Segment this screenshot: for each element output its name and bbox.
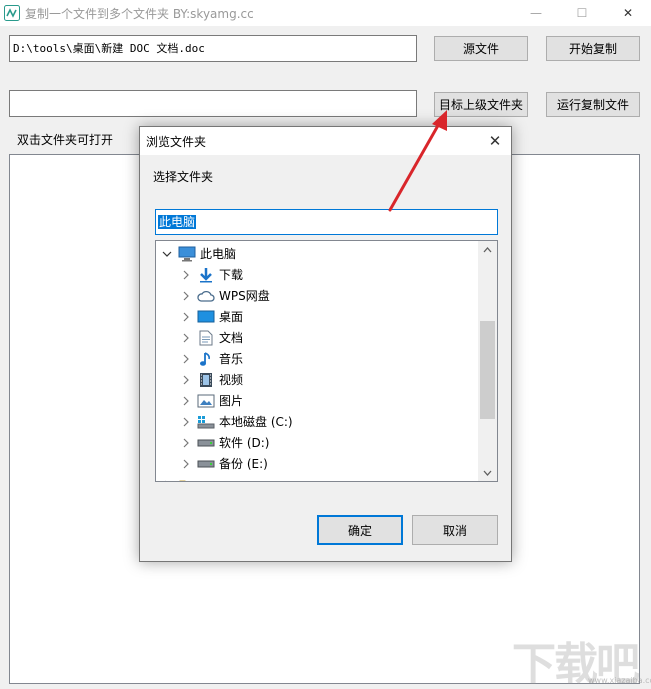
close-icon: ✕ [488,132,502,150]
tree-item-label: 此电脑 [200,247,237,261]
chevron-right-icon[interactable] [179,394,193,408]
hint-label: 双击文件夹可打开 [17,133,114,147]
run-copy-button[interactable]: 运行复制文件 [546,92,640,117]
cancel-button[interactable]: 取消 [412,515,498,545]
chevron-right-icon[interactable] [179,289,193,303]
chevron-right-icon[interactable] [179,457,193,471]
scroll-up-icon[interactable] [478,241,497,258]
source-file-button[interactable]: 源文件 [434,36,528,61]
tree-item-label: 备份 (E:) [219,457,268,471]
drive-icon [197,434,215,452]
tree-item-label: 下载 [219,268,244,282]
tree-item-label: WPS网盘 [219,289,270,303]
tree-item-music[interactable]: 音乐 [179,348,243,369]
close-icon: ✕ [622,6,634,20]
computer-icon [178,245,196,263]
tree-item-videos[interactable]: 视频 [179,369,243,390]
dialog-close-button[interactable]: ✕ [485,131,505,151]
chevron-right-icon[interactable] [160,478,174,481]
tree-item-this-pc[interactable]: 此电脑 [160,243,236,264]
title-bar: 复制一个文件到多个文件夹 BY:skyamg.cc — ☐ ✕ [0,0,651,26]
picture-icon [197,392,215,410]
desktop-icon [197,308,215,326]
tree-item-partial[interactable] [160,474,200,481]
folder-name-input-value: 此电脑 [158,215,197,229]
maximize-button[interactable]: ☐ [559,0,605,26]
tree-item-label: 图片 [219,394,244,408]
scroll-down-icon[interactable] [478,464,497,481]
maximize-icon: ☐ [576,6,588,20]
tree-item-label: 本地磁盘 (C:) [219,415,293,429]
folder-tree[interactable]: 此电脑 下载 WPS网盘 桌面 文档 音乐 视频 图片 本地磁盘 (C:) 软件… [155,240,498,482]
tree-item-desktop[interactable]: 桌面 [179,306,243,327]
source-path-field[interactable]: D:\tools\桌面\新建 DOC 文档.doc [9,35,417,62]
tree-item-drive-c[interactable]: 本地磁盘 (C:) [179,411,293,432]
dialog-prompt: 选择文件夹 [153,170,214,184]
document-icon [197,329,215,347]
tree-scrollbar[interactable] [478,241,497,481]
chevron-right-icon[interactable] [179,310,193,324]
ok-button[interactable]: 确定 [317,515,403,545]
folder-icon [178,476,196,481]
browse-folder-dialog: 浏览文件夹 ✕ 选择文件夹 此电脑 此电脑 下载 WPS网盘 桌面 文档 音乐 … [139,126,512,562]
tree-item-label: 桌面 [219,310,244,324]
minimize-icon: — [530,6,542,20]
target-path-field[interactable] [9,90,417,117]
chevron-right-icon[interactable] [179,415,193,429]
chevron-right-icon[interactable] [179,268,193,282]
video-icon [197,371,215,389]
tree-item-label: 视频 [219,373,244,387]
cloud-icon [197,287,215,305]
tree-item-label: 软件 (D:) [219,436,270,450]
tree-item-documents[interactable]: 文档 [179,327,243,348]
chevron-right-icon[interactable] [179,373,193,387]
drive-icon [197,455,215,473]
app-icon [4,5,20,21]
music-icon [197,350,215,368]
folder-name-input[interactable]: 此电脑 [155,209,498,235]
expanded-chevron-icon[interactable] [160,247,174,261]
close-button[interactable]: ✕ [605,0,651,26]
tree-item-drive-d[interactable]: 软件 (D:) [179,432,269,453]
tree-item-downloads[interactable]: 下载 [179,264,243,285]
tree-item-label: 音乐 [219,352,244,366]
start-copy-button[interactable]: 开始复制 [546,36,640,61]
download-icon [197,266,215,284]
tree-item-label: 文档 [219,331,244,345]
tree-item-drive-e[interactable]: 备份 (E:) [179,453,268,474]
tree-item-wps-cloud[interactable]: WPS网盘 [179,285,270,306]
chevron-right-icon[interactable] [179,436,193,450]
dialog-title-bar: 浏览文件夹 ✕ [140,127,511,155]
watermark-url: www.xiazaiba.com [588,676,651,685]
chevron-right-icon[interactable] [179,331,193,345]
tree-item-pictures[interactable]: 图片 [179,390,243,411]
windows-drive-icon [197,413,215,431]
scrollbar-thumb[interactable] [480,321,495,419]
dialog-title: 浏览文件夹 [146,135,207,149]
minimize-button[interactable]: — [513,0,559,26]
chevron-right-icon[interactable] [179,352,193,366]
window-title: 复制一个文件到多个文件夹 BY:skyamg.cc [25,7,254,21]
target-parent-folder-button[interactable]: 目标上级文件夹 [434,92,528,117]
